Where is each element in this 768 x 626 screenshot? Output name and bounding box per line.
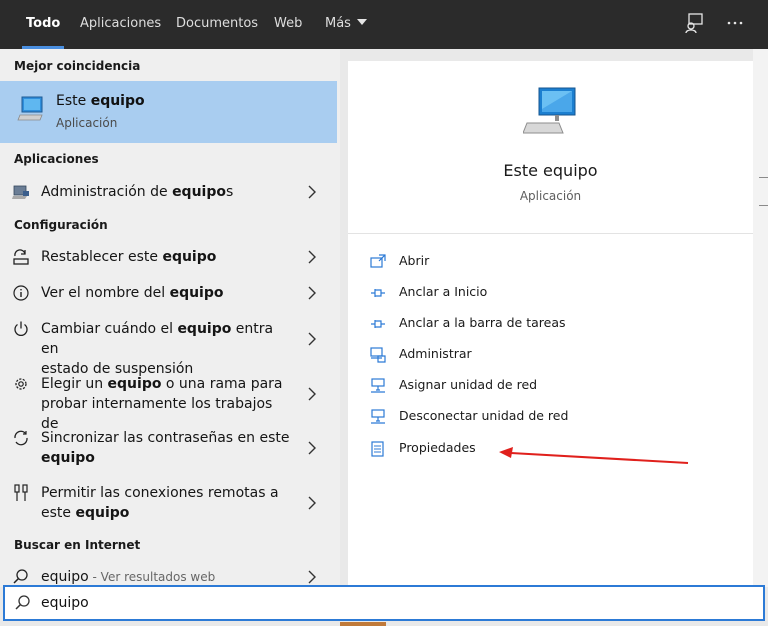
manage-icon: [370, 347, 386, 363]
tab-documentos[interactable]: Documentos: [176, 0, 258, 49]
action-label: Abrir: [399, 253, 430, 268]
result-label: Elegir un equipo o una rama para probar i…: [41, 376, 283, 432]
chevron-right-icon: [308, 387, 316, 401]
divider: [348, 233, 753, 234]
windows-search-window: Todo Aplicaciones Documentos Web Más Mej…: [0, 0, 768, 626]
search-icon: [15, 595, 30, 610]
result-label: Sincronizar las contraseñas en este equip…: [41, 430, 290, 466]
best-match-subtitle: Aplicación: [56, 116, 118, 130]
action-administrar[interactable]: Administrar: [370, 345, 670, 367]
computer-management-icon: [12, 185, 29, 199]
result-sincronizar-contrasenas[interactable]: Sincronizar las contraseñas en este equip…: [0, 428, 337, 470]
chevron-right-icon: [308, 570, 316, 584]
taskbar-edge: [340, 622, 386, 626]
section-best-match: Mejor coincidencia: [14, 59, 141, 73]
result-conexiones-remotas[interactable]: Permitir las conexiones remotas a este eq…: [0, 483, 337, 525]
results-list: Mejor coincidencia Este equipo Aplicació…: [0, 49, 340, 587]
open-window-icon: [370, 254, 386, 268]
search-scope-tabs: Todo Aplicaciones Documentos Web Más: [0, 0, 768, 49]
annotation-arrow: [499, 447, 689, 464]
best-match-title: Este equipo: [56, 93, 145, 109]
result-label: Administración de equipos: [41, 184, 234, 200]
chevron-right-icon: [308, 496, 316, 510]
tab-label: Todo: [26, 16, 61, 31]
info-icon: [13, 285, 29, 301]
search-box[interactable]: [3, 585, 765, 621]
tab-web[interactable]: Web: [274, 0, 302, 49]
tab-todo[interactable]: Todo: [21, 0, 65, 49]
detail-title: Este equipo: [503, 161, 598, 180]
result-web-search[interactable]: equipo - Ver resultados web: [0, 567, 337, 587]
tab-label: Web: [274, 16, 303, 31]
section-web: Buscar en Internet: [14, 538, 141, 552]
result-administracion-equipos[interactable]: Administración de equipos: [0, 182, 337, 204]
caret-down-icon: [356, 19, 367, 25]
action-desconectar-unidad[interactable]: Desconectar unidad de red: [370, 407, 670, 429]
result-label: Cambiar cuándo el equipo entra en estado …: [41, 321, 274, 377]
network-drive-icon: [371, 378, 385, 393]
chevron-right-icon: [308, 185, 316, 199]
action-label: Desconectar unidad de red: [399, 408, 569, 423]
action-label: Anclar a Inicio: [399, 284, 488, 299]
action-anclar-inicio[interactable]: Anclar a Inicio: [370, 283, 670, 305]
action-label: Propiedades: [399, 440, 476, 455]
computer-icon: [17, 96, 43, 121]
background-window-edge: [753, 49, 768, 587]
more-options-icon[interactable]: [724, 12, 746, 34]
computer-icon: [523, 87, 576, 134]
pin-icon: [371, 289, 385, 297]
action-label: Anclar a la barra de tareas: [399, 315, 566, 330]
tab-mas[interactable]: Más: [325, 0, 367, 49]
network-drive-icon: [371, 409, 385, 424]
detail-pane: Este equipo Aplicación Abrir Anclar a In…: [348, 61, 753, 587]
properties-icon: [371, 441, 384, 457]
search-input[interactable]: [41, 591, 741, 615]
chevron-right-icon: [308, 250, 316, 264]
feedback-icon[interactable]: [683, 12, 705, 34]
gear-icon: [15, 378, 27, 390]
action-label: Administrar: [399, 346, 472, 361]
chevron-right-icon: [308, 286, 316, 300]
result-elegir-rama[interactable]: Elegir un equipo o una rama para probar i…: [0, 374, 337, 432]
action-asignar-unidad[interactable]: Asignar unidad de red: [370, 376, 670, 398]
power-icon: [14, 321, 28, 336]
result-cambiar-suspension[interactable]: Cambiar cuándo el equipo entra en estado …: [0, 319, 337, 377]
section-settings: Configuración: [14, 218, 108, 232]
action-label: Asignar unidad de red: [399, 377, 538, 392]
action-abrir[interactable]: Abrir: [370, 252, 670, 274]
result-restablecer-equipo[interactable]: Restablecer este equipo: [0, 247, 337, 269]
result-ver-nombre-equipo[interactable]: Ver el nombre del equipo: [0, 283, 337, 305]
tab-label: Más: [325, 16, 351, 31]
chevron-right-icon: [308, 441, 316, 455]
result-label: Restablecer este equipo: [41, 249, 217, 265]
result-label: equipo - Ver resultados web: [41, 569, 216, 585]
sync-icon: [14, 430, 28, 446]
pin-icon: [371, 320, 385, 328]
chevron-right-icon: [308, 332, 316, 346]
result-label: Permitir las conexiones remotas a este eq…: [41, 485, 279, 521]
detail-subtitle: Aplicación: [519, 189, 582, 203]
tab-label: Aplicaciones: [80, 16, 162, 31]
reset-pc-icon: [13, 249, 29, 265]
result-label: Ver el nombre del equipo: [41, 285, 224, 301]
tab-label: Documentos: [176, 16, 259, 31]
remote-connection-icon: [14, 484, 28, 501]
best-match-item[interactable]: Este equipo Aplicación: [0, 81, 337, 143]
action-anclar-barra[interactable]: Anclar a la barra de tareas: [370, 314, 670, 336]
search-icon: [13, 569, 28, 584]
tab-aplicaciones[interactable]: Aplicaciones: [80, 0, 161, 49]
section-apps: Aplicaciones: [14, 152, 99, 166]
